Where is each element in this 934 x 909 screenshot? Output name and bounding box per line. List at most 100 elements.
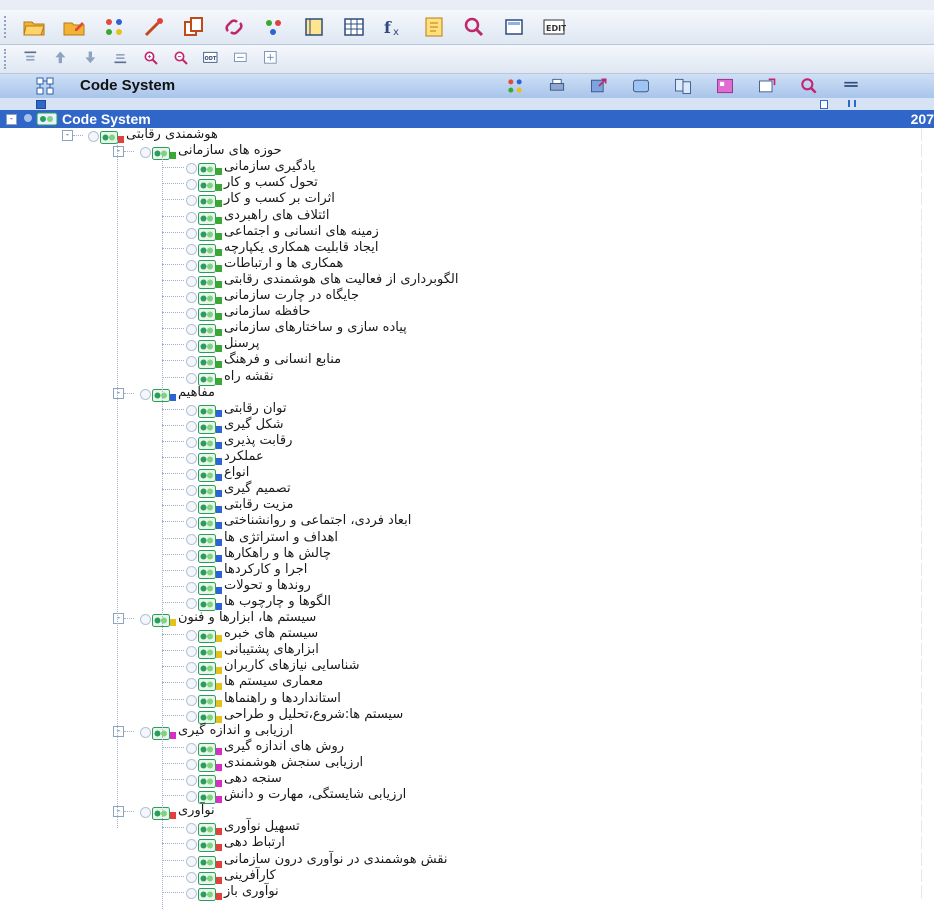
zoom-in-icon[interactable]	[142, 49, 162, 69]
tree-row[interactable]: - ارزیابی و اندازه گیری	[0, 723, 934, 740]
code-ring-icon	[186, 855, 197, 867]
tree-row[interactable]: مزیت رقابتی	[0, 497, 934, 515]
tree-row[interactable]: نوآوری باز	[0, 884, 934, 901]
zoom-out-icon[interactable]	[172, 49, 192, 69]
tree-row[interactable]: معماری سیستم ها	[0, 674, 934, 692]
copy-icon[interactable]	[182, 15, 206, 39]
tree-row[interactable]: - نوآوری	[0, 803, 934, 821]
new-window-icon[interactable]	[757, 76, 777, 96]
tree-guide-line	[162, 816, 163, 909]
tree-row[interactable]: زمینه های انسانی و اجتماعی	[0, 224, 934, 241]
tree-row[interactable]: چالش ها و راهکارها	[0, 546, 934, 563]
menu-icon[interactable]	[841, 76, 861, 96]
frame-icon[interactable]	[502, 15, 526, 39]
tree-connector	[162, 199, 184, 201]
search-icon[interactable]	[799, 76, 819, 96]
folder-open-icon[interactable]	[22, 15, 46, 39]
function-icon[interactable]: fx	[382, 15, 406, 39]
tree-row[interactable]: ارزیابی سنجش هوشمندی	[0, 755, 934, 772]
tree-row[interactable]: پرسنل	[0, 336, 934, 354]
export-icon[interactable]	[589, 76, 609, 96]
tree-connector	[162, 247, 184, 249]
collapse-icon[interactable]: -	[113, 387, 124, 399]
tree-row[interactable]: - حوزه های سازمانی	[0, 143, 934, 161]
tree-row[interactable]: نقشه راه	[0, 369, 934, 386]
folder-edit-icon[interactable]	[62, 15, 86, 39]
tree-row[interactable]: - هوشمندی رقابتی	[0, 127, 934, 144]
tree-row[interactable]: - سیستم ها، ابزارها و فنون	[0, 610, 934, 627]
align-bottom-icon[interactable]	[112, 49, 132, 69]
tree-row[interactable]: ارزیابی شایستگی، مهارت و دانش	[0, 787, 934, 805]
book-icon[interactable]	[302, 15, 326, 39]
tree-row[interactable]: کارآفرینی	[0, 868, 934, 885]
expand-icon[interactable]	[262, 49, 282, 69]
tree-row[interactable]: روندها و تحولات	[0, 578, 934, 595]
tree-row[interactable]: حافظه سازمانی	[0, 304, 934, 322]
tree-root-row[interactable]: - Code System 207	[0, 110, 934, 128]
arrow-up-icon[interactable]	[52, 49, 72, 69]
codes-icon[interactable]	[102, 15, 126, 39]
tree-row[interactable]: نقش هوشمندی در نوآوری درون سازمانی	[0, 852, 934, 869]
tree-row[interactable]: رقابت پذیری	[0, 433, 934, 450]
collapse-icon[interactable]: -	[6, 114, 17, 125]
tree-row[interactable]: روش های اندازه گیری	[0, 739, 934, 756]
tree-row[interactable]: ارتباط دهی	[0, 835, 934, 853]
tree-row[interactable]: ابعاد فردی، اجتماعی و روانشناختی	[0, 513, 934, 531]
tree-row[interactable]: الگوها و چارچوب ها	[0, 594, 934, 611]
toolbar-grip[interactable]	[4, 16, 12, 38]
edit-icon[interactable]: EDIT	[542, 15, 567, 39]
print-icon[interactable]	[547, 76, 567, 96]
table-icon[interactable]	[342, 15, 366, 39]
tree-row[interactable]: عملکرد	[0, 449, 934, 466]
tree-row[interactable]: تسهیل نوآوری	[0, 819, 934, 837]
collapse-icon[interactable]: -	[113, 725, 124, 737]
tree-row[interactable]: سیستم ها:شروع،تحلیل و طراحی	[0, 707, 934, 724]
tree-row[interactable]: جایگاه در چارت سازمانی	[0, 288, 934, 305]
main-toolbar: f x EDIT	[0, 10, 934, 45]
tree-row[interactable]: اهداف و استراتژی ها	[0, 530, 934, 547]
tree-row[interactable]: شناسایی نیازهای کاربران	[0, 658, 934, 676]
odt-icon[interactable]: ODT	[202, 49, 222, 69]
tree-row[interactable]: همکاری ها و ارتباطات	[0, 256, 934, 273]
tree-row[interactable]: سنجه دهی	[0, 771, 934, 788]
arrow-down-icon[interactable]	[82, 49, 102, 69]
align-top-icon[interactable]	[22, 49, 42, 69]
tree-row[interactable]: یادگیری سازمانی	[0, 159, 934, 177]
tree-row[interactable]: ابزارهای پشتیبانی	[0, 642, 934, 660]
tree-row[interactable]: انواع	[0, 465, 934, 483]
toolbar-grip[interactable]	[4, 49, 12, 69]
collapse-icon[interactable]: -	[62, 130, 73, 141]
tree-row[interactable]: استانداردها و راهنماها	[0, 691, 934, 708]
tree-row[interactable]: توان رقابتی	[0, 401, 934, 418]
grid-icon[interactable]	[36, 100, 46, 109]
link-icon[interactable]	[222, 15, 246, 39]
split-icon[interactable]	[820, 100, 828, 109]
collapse-icon[interactable]: -	[113, 146, 124, 158]
compare-icon[interactable]	[673, 76, 693, 96]
collapse-icon[interactable]: -	[113, 613, 124, 624]
note-icon[interactable]	[422, 15, 446, 39]
code-count-cell	[921, 192, 932, 206]
tree-row[interactable]: ائتلاف های راهبردی	[0, 208, 934, 225]
tree-row[interactable]: سیستم های خبره	[0, 626, 934, 644]
code-icon	[100, 129, 124, 144]
collapse-icon[interactable]	[232, 49, 252, 69]
tree-row[interactable]: منابع انسانی و فرهنگ	[0, 352, 934, 370]
tree-row[interactable]: شکل گیری	[0, 417, 934, 434]
search-icon[interactable]	[462, 15, 486, 39]
tree-row[interactable]: اجرا و کارکردها	[0, 562, 934, 579]
collapse-icon[interactable]: -	[113, 806, 124, 818]
column-icon[interactable]	[848, 100, 856, 107]
layers-icon[interactable]	[631, 76, 651, 96]
codes-icon[interactable]	[505, 76, 525, 96]
color-icon[interactable]	[715, 76, 735, 96]
tree-row[interactable]: تحول کسب و کار	[0, 175, 934, 193]
tree-row[interactable]: تصمیم گیری	[0, 481, 934, 499]
tree-row[interactable]: اثرات بر کسب و کار	[0, 191, 934, 209]
tree-row[interactable]: ایجاد قابلیت همکاری یکپارچه	[0, 240, 934, 257]
memo-link-icon[interactable]	[262, 15, 286, 39]
wand-icon[interactable]	[142, 15, 166, 39]
tree-row[interactable]: الگوبرداری از فعالیت های هوشمندی رقابتی	[0, 272, 934, 289]
tree-row[interactable]: پیاده سازی و ساختارهای سازمانی	[0, 320, 934, 338]
tree-row[interactable]: - مفاهیم	[0, 385, 934, 402]
